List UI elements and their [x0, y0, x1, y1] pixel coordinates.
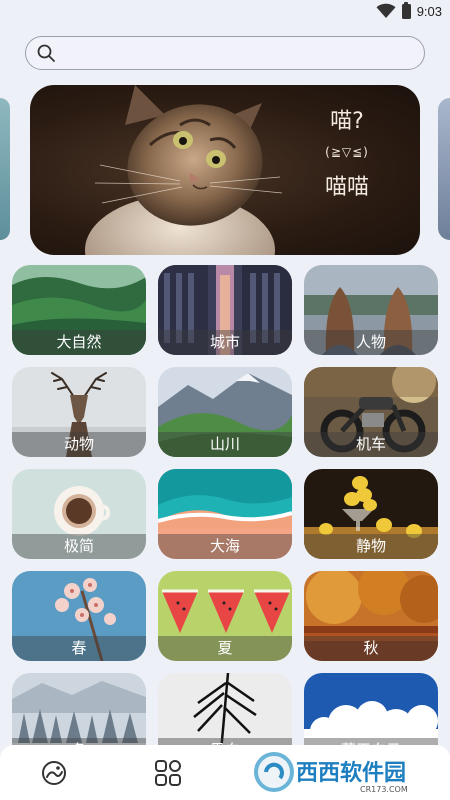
category-tile-summer[interactable]: 夏: [158, 571, 292, 661]
category-label: 城市: [158, 330, 292, 355]
watermark-logo: 西西软件园 CR173.COM: [254, 752, 408, 794]
category-label: 大自然: [12, 330, 146, 355]
discover-icon[interactable]: [40, 759, 68, 787]
category-label: 人物: [304, 330, 438, 355]
category-tile-city[interactable]: 城市: [158, 265, 292, 355]
banner-next-peek[interactable]: [438, 98, 450, 240]
category-label: 机车: [304, 432, 438, 457]
status-indicators: 9:03: [376, 1, 442, 19]
battery-icon: [401, 1, 411, 19]
category-label: 秋: [304, 636, 438, 661]
banner-caption: 喵? (≧▽≦) 喵喵: [302, 99, 392, 201]
category-tile-sea[interactable]: 大海: [158, 469, 292, 559]
category-tile-minimal[interactable]: 极简: [12, 469, 146, 559]
category-label: 春: [12, 636, 146, 661]
category-label: 夏: [158, 636, 292, 661]
category-tile-spring[interactable]: 春: [12, 571, 146, 661]
category-label: 静物: [304, 534, 438, 559]
category-tile-still-life[interactable]: 静物: [304, 469, 438, 559]
category-label: 极简: [12, 534, 146, 559]
category-tile-autumn[interactable]: 秋: [304, 571, 438, 661]
category-label: 山川: [158, 432, 292, 457]
status-bar: 9:03: [0, 0, 450, 24]
banner-emoticon: (≧▽≦): [325, 145, 369, 159]
banner-prev-peek[interactable]: [0, 98, 10, 240]
categories-icon[interactable]: [154, 759, 182, 787]
watermark-domain: CR173.COM: [360, 785, 408, 794]
banner-card[interactable]: 喵? (≧▽≦) 喵喵: [30, 85, 420, 255]
category-tile-nature[interactable]: 大自然: [12, 265, 146, 355]
category-label: 动物: [12, 432, 146, 457]
wifi-icon: [376, 3, 396, 18]
category-tile-people[interactable]: 人物: [304, 265, 438, 355]
category-label: 大海: [158, 534, 292, 559]
watermark-brand: 西西软件园: [296, 760, 406, 786]
search-icon: [37, 44, 55, 62]
cat-image: [85, 85, 283, 255]
banner-line2: 喵喵: [324, 175, 369, 200]
category-tile-mountains[interactable]: 山川: [158, 367, 292, 457]
banner-line1: 喵?: [330, 109, 364, 134]
search-bar[interactable]: [25, 36, 425, 70]
category-tile-motorbike[interactable]: 机车: [304, 367, 438, 457]
search-input[interactable]: [62, 39, 424, 67]
status-time: 9:03: [416, 3, 442, 19]
category-tile-animals[interactable]: 动物: [12, 367, 146, 457]
